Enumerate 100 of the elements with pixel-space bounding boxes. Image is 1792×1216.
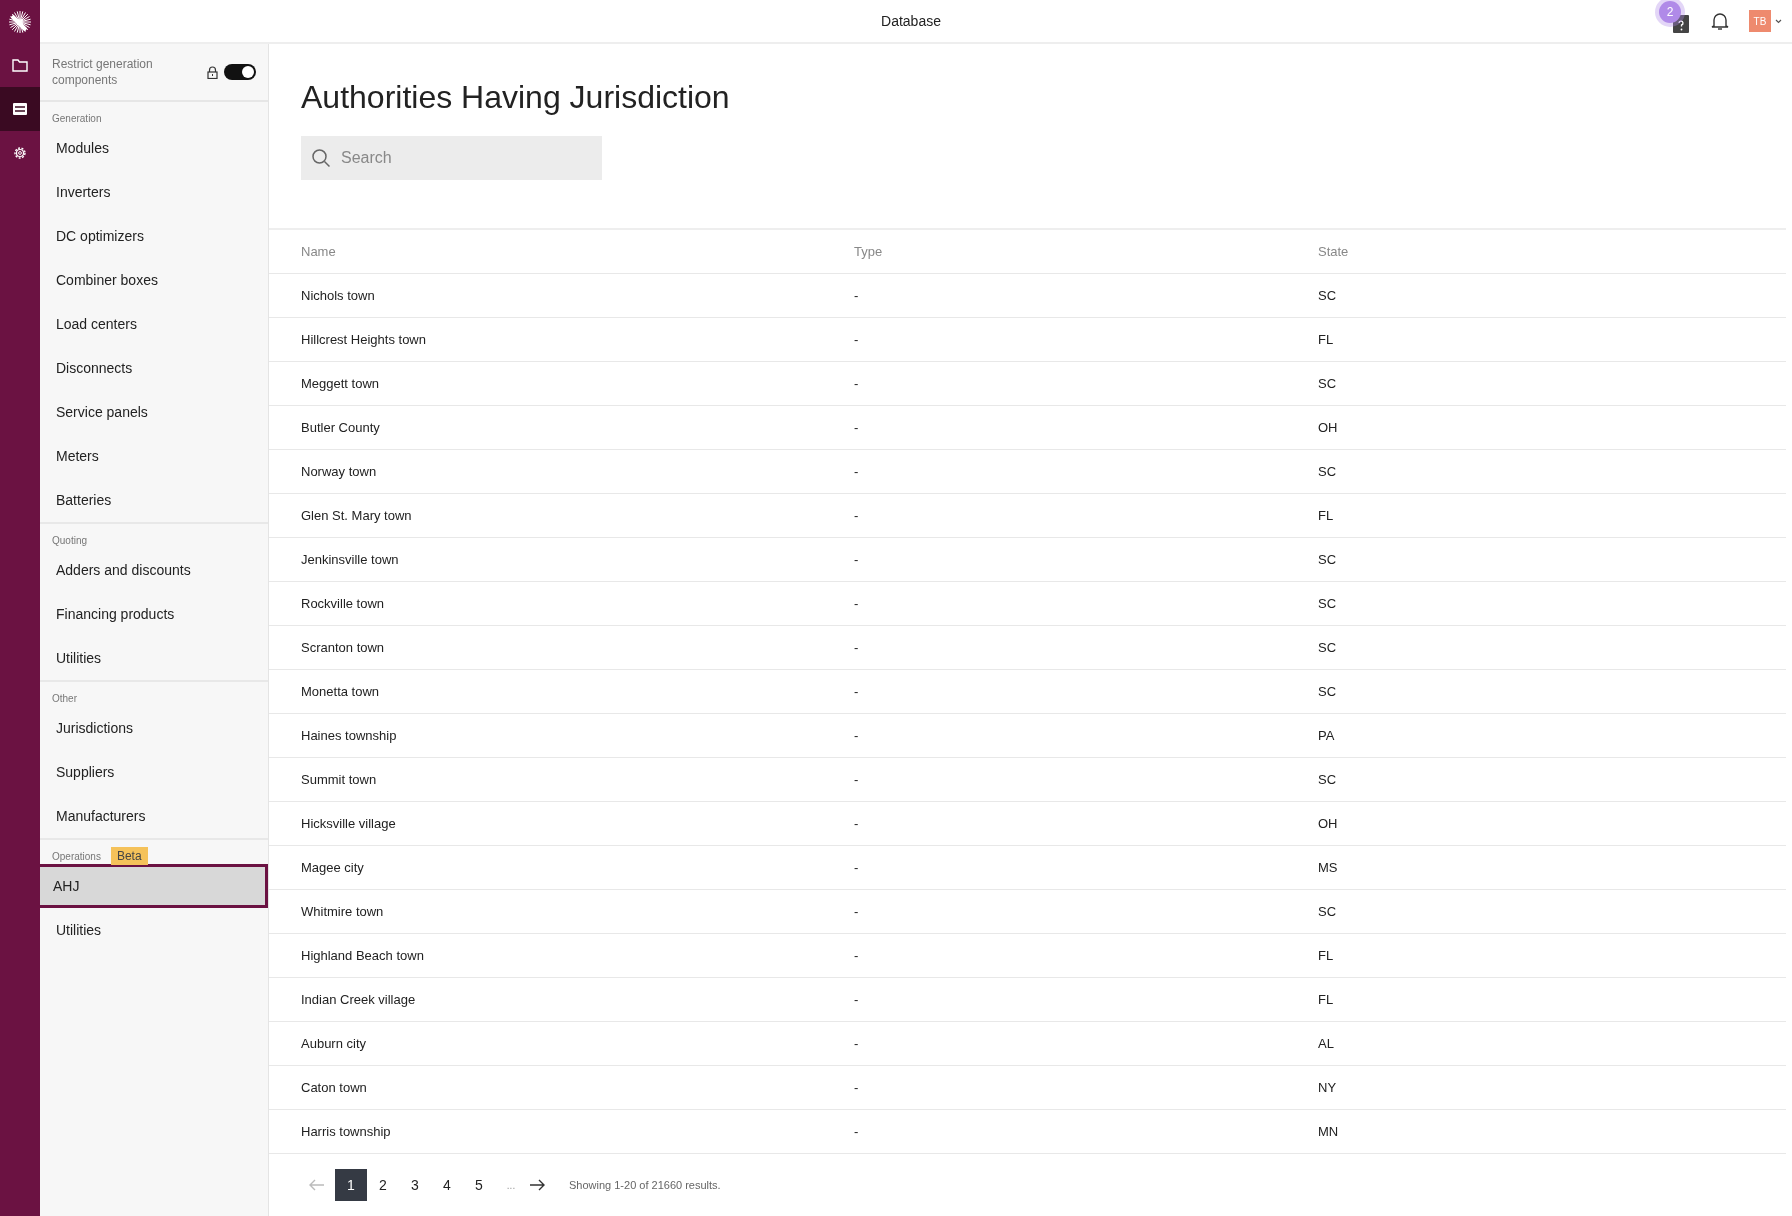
sidebar-item[interactable]: Financing products — [40, 592, 268, 636]
sidebar-item[interactable]: Utilities — [40, 908, 268, 952]
section-label: Other — [52, 692, 77, 704]
table-cell-text: SC — [1318, 464, 1338, 479]
table-cell-text: Hillcrest Heights town — [301, 332, 427, 347]
page-title: Database — [881, 13, 941, 29]
sidebar-item[interactable]: DC optimizers — [40, 214, 268, 258]
list-icon — [12, 102, 28, 116]
table-cell-text: FL — [1318, 948, 1335, 963]
column-header: State — [1318, 244, 1350, 259]
table-cell-text: NY — [1318, 1080, 1338, 1095]
table-cell-text: OH — [1318, 816, 1339, 831]
table-cell-text: MN — [1318, 1124, 1340, 1139]
table-cell-text: FL — [1318, 992, 1335, 1007]
sidebar-item[interactable]: Meters — [40, 434, 268, 478]
table-cell-text: - — [854, 684, 860, 699]
table-cell-text: SC — [1318, 376, 1338, 391]
table-cell-text: MS — [1318, 860, 1339, 875]
table-cell-text: SC — [1318, 552, 1338, 567]
table-cell-text: - — [854, 1080, 860, 1095]
table-cell-text: Scranton town — [301, 640, 386, 655]
table-cell-text: FL — [1318, 332, 1335, 347]
table-cell-text: - — [854, 1036, 860, 1051]
sidebar-item[interactable]: AHJ — [40, 864, 268, 908]
table-cell-text: - — [854, 596, 860, 611]
page-button[interactable]: 5 — [463, 1169, 495, 1201]
column-header: Name — [301, 244, 337, 259]
table-cell-text: - — [854, 772, 860, 787]
folder-icon — [12, 58, 28, 72]
sidebar-item[interactable]: Service panels — [40, 390, 268, 434]
sidebar-item[interactable]: Inverters — [40, 170, 268, 214]
next-page-arrow-icon[interactable] — [527, 1179, 547, 1191]
search-field[interactable]: Search — [301, 136, 602, 180]
table-cell-text: Rockville town — [301, 596, 386, 611]
table-cell-text: Jenkinsville town — [301, 552, 400, 567]
sidebar-item[interactable]: Batteries — [40, 478, 268, 522]
table-cell-text: OH — [1318, 420, 1339, 435]
table-cell-text: - — [854, 332, 860, 347]
table-cell-text: Haines township — [301, 728, 398, 743]
table-cell-text: Whitmire town — [301, 904, 385, 919]
table-cell-text: SC — [1318, 684, 1338, 699]
table-cell-text: - — [854, 860, 860, 875]
settings-icon — [12, 145, 28, 161]
table-cell-text: FL — [1318, 508, 1335, 523]
sidebar-item[interactable]: Adders and discounts — [40, 548, 268, 592]
table-cell-text: Magee city — [301, 860, 365, 875]
page-button[interactable]: 2 — [367, 1169, 399, 1201]
sidebar-item[interactable]: Disconnects — [40, 346, 268, 390]
table-cell-text: Hicksville village — [301, 816, 397, 831]
table-cell-text: SC — [1318, 596, 1338, 611]
table-cell-text: - — [854, 552, 860, 567]
sidebar-item[interactable]: Load centers — [40, 302, 268, 346]
table-cell-text: - — [854, 992, 860, 1007]
table-cell-text: Caton town — [301, 1080, 368, 1095]
notification-badge: 2 — [1659, 1, 1681, 23]
table-cell-text: - — [854, 288, 860, 303]
table-cell-text: Glen St. Mary town — [301, 508, 413, 523]
table-cell-text: - — [854, 904, 860, 919]
results-summary: Showing 1-20 of 21660 results. — [569, 1179, 721, 1191]
ellipsis: ... — [505, 1179, 517, 1191]
sidebar-item[interactable]: Modules — [40, 126, 268, 170]
table-cell-text: - — [854, 640, 860, 655]
table-cell-text: Norway town — [301, 464, 378, 479]
page-button[interactable]: 3 — [399, 1169, 431, 1201]
section-label: Quoting — [52, 534, 88, 546]
table-cell-text: SC — [1318, 640, 1338, 655]
table-cell-text: AL — [1318, 1036, 1335, 1051]
sidebar-item[interactable]: Utilities — [40, 636, 268, 680]
sidebar-item[interactable]: Combiner boxes — [40, 258, 268, 302]
table-cell-text: PA — [1318, 728, 1336, 743]
table-cell-text: Nichols town — [301, 288, 376, 303]
page-button[interactable]: 4 — [431, 1169, 463, 1201]
sidebar-item[interactable]: Suppliers — [40, 750, 268, 794]
table-cell-text: SC — [1318, 772, 1338, 787]
table-cell-text: - — [854, 464, 860, 479]
toggle-switch[interactable] — [224, 64, 256, 80]
table-cell-text: - — [854, 816, 860, 831]
table-cell-text: SC — [1318, 904, 1338, 919]
page-button[interactable]: 1 — [335, 1169, 367, 1201]
page-heading: Authorities Having Jurisdiction — [301, 79, 731, 116]
table-cell-text: - — [854, 728, 860, 743]
section-label: Operations — [52, 850, 101, 862]
caret-icon[interactable] — [1775, 18, 1782, 24]
table-cell-text: - — [854, 1124, 860, 1139]
table-cell-text: - — [854, 420, 860, 435]
table-cell-text: Meggett town — [301, 376, 381, 391]
table-cell-text: Indian Creek village — [301, 992, 417, 1007]
sidebar-item[interactable]: Jurisdictions — [40, 706, 268, 750]
column-header: Type — [854, 244, 884, 259]
bell-icon[interactable] — [1711, 11, 1729, 31]
beta-badge: Beta — [110, 847, 148, 865]
table-cell-text: - — [854, 508, 860, 523]
table-cell-text: Harris township — [301, 1124, 392, 1139]
table-cell-text: Highland Beach town — [301, 948, 425, 963]
table-cell-text: Butler County — [301, 420, 381, 435]
restrict-label: Restrict generation components — [52, 56, 154, 88]
sidebar-item[interactable]: Manufacturers — [40, 794, 268, 838]
section-label: Generation — [52, 112, 102, 124]
table-cell-text: SC — [1318, 288, 1338, 303]
table-cell-text: - — [854, 948, 860, 963]
